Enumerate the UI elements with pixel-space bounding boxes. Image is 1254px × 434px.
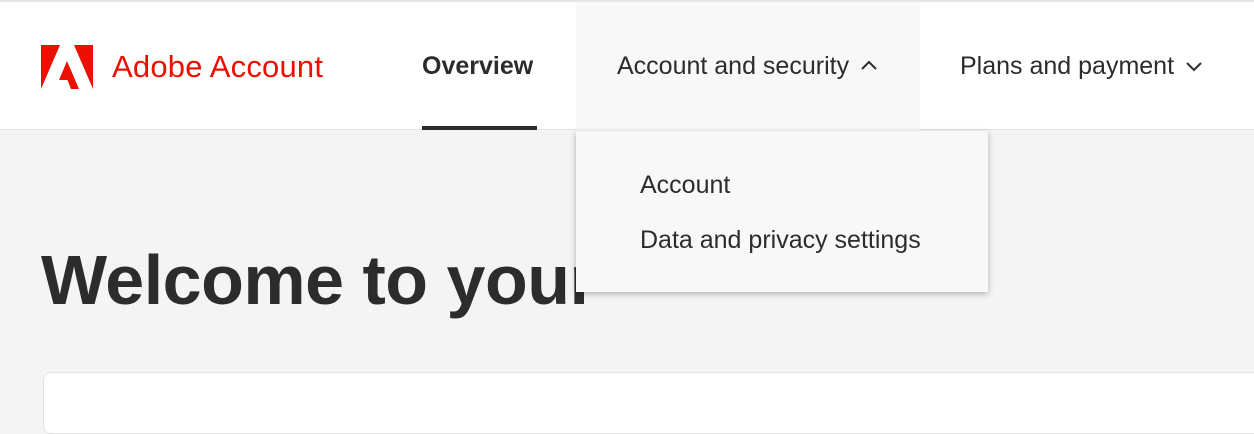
page-title: Welcome to your — [41, 240, 597, 319]
nav-plans-and-payment[interactable]: Plans and payment — [960, 2, 1220, 130]
nav-account-and-security-label: Account and security — [617, 51, 850, 80]
global-header: Adobe Account Overview Account and secur… — [0, 2, 1254, 130]
nav-overview[interactable]: Overview — [422, 2, 537, 130]
nav-overview-label: Overview — [422, 51, 534, 80]
overview-card — [43, 372, 1254, 434]
dropdown-item-data-privacy-settings[interactable]: Data and privacy settings — [640, 224, 921, 256]
nav-plans-and-payment-label: Plans and payment — [960, 51, 1175, 80]
chevron-up-icon — [861, 60, 877, 70]
chevron-down-icon — [1186, 62, 1202, 72]
dropdown-item-account[interactable]: Account — [640, 169, 730, 201]
account-security-dropdown: Account Data and privacy settings — [576, 131, 988, 292]
brand-name[interactable]: Adobe Account — [112, 48, 323, 86]
adobe-logo-icon[interactable] — [41, 45, 93, 89]
nav-account-and-security[interactable]: Account and security — [576, 2, 920, 130]
active-tab-indicator — [422, 126, 537, 130]
